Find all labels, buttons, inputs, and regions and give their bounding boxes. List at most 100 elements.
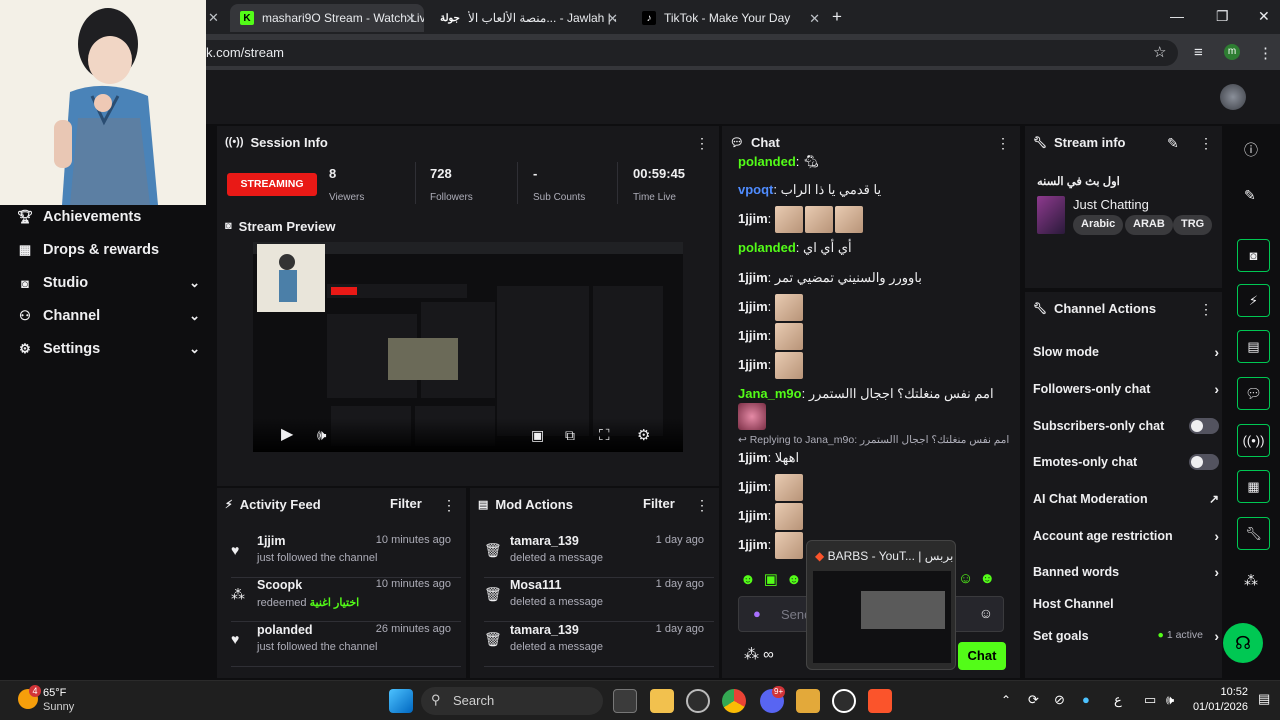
action-ai-moderation[interactable]: AI Chat Moderation ↗ [1033, 487, 1219, 511]
edit-icon[interactable]: ✎ [1244, 187, 1256, 204]
broadcast-quick-button[interactable]: ((•)) [1237, 424, 1270, 457]
action-followers-only[interactable]: Followers-only chat › [1033, 377, 1219, 401]
tag[interactable]: ARAB [1125, 215, 1173, 235]
profile-avatar[interactable]: m [1224, 44, 1240, 60]
url-field[interactable]: k.com/stream [180, 40, 1178, 66]
category-name[interactable]: Just Chatting [1073, 197, 1149, 212]
pip-icon[interactable]: ▣ [531, 427, 544, 444]
notes-icon[interactable] [796, 689, 820, 713]
windows-start-icon[interactable] [389, 689, 413, 713]
obs-icon[interactable] [686, 689, 710, 713]
mod-filter-button[interactable]: Filter [643, 496, 675, 511]
wrench-quick-button[interactable]: 🔧︎ [1237, 517, 1270, 550]
mod-user[interactable]: tamara_139 [510, 623, 579, 637]
taskbar-search[interactable]: ⚲ Search [421, 687, 603, 715]
more-options-icon[interactable]: ⋮ [996, 135, 1010, 152]
more-options-icon[interactable]: ⋮ [1199, 301, 1213, 318]
sidebar-item-studio[interactable]: ◙ Studio ⌄ [16, 271, 200, 295]
sidebar-item-drops[interactable]: ▦ Drops & rewards [16, 238, 200, 262]
points-icon[interactable]: ⁂ [1244, 572, 1258, 589]
network-off-icon[interactable]: ⊘ [1054, 692, 1065, 708]
chat-username[interactable]: 1jjim [738, 450, 768, 465]
weather-temp[interactable]: 65°F [43, 687, 66, 699]
chat-username[interactable]: polanded [738, 240, 796, 255]
quick-emote-bar[interactable]: ☻▣☻ [740, 570, 810, 588]
preview-video[interactable]: ▶ 🕪︎ ▣ ⧉ ⛶ ⚙ [253, 242, 683, 452]
play-icon[interactable]: ▶ [281, 424, 293, 444]
brave-icon[interactable] [868, 689, 892, 713]
file-explorer-icon[interactable] [650, 689, 674, 713]
chat-username[interactable]: 1jjim [738, 357, 768, 372]
chat-username[interactable]: 1jjim [738, 479, 768, 494]
volume-icon[interactable]: 🕪︎ [317, 427, 326, 444]
chat-username[interactable]: Jana_m9o [738, 386, 802, 401]
action-banned-words[interactable]: Banned words › [1033, 560, 1219, 584]
bookmark-star-icon[interactable]: ☆ [1153, 43, 1166, 61]
chat-quick-button[interactable]: 💬︎ [1237, 377, 1270, 410]
action-subscribers-only[interactable]: Subscribers-only chat [1033, 414, 1219, 438]
more-options-icon[interactable]: ⋮ [442, 497, 456, 514]
chat-username[interactable]: polanded [738, 154, 796, 169]
volume-icon[interactable]: 🕪︎ [1166, 692, 1174, 708]
mic-icon[interactable]: ● [753, 606, 761, 621]
fullscreen-icon[interactable]: ⛶ [599, 427, 610, 444]
emotes-only-toggle[interactable] [1189, 454, 1219, 470]
activity-user[interactable]: 1jjim [257, 534, 286, 548]
edit-icon[interactable]: ✎ [1167, 135, 1179, 152]
subscribers-only-toggle[interactable] [1189, 418, 1219, 434]
activity-user[interactable]: Scoopk [257, 578, 302, 592]
chat-username[interactable]: 1jjim [738, 508, 768, 523]
action-emotes-only[interactable]: Emotes-only chat [1033, 450, 1219, 474]
close-tab-icon[interactable]: ✕ [405, 11, 416, 27]
more-options-icon[interactable]: ⋮ [1199, 135, 1213, 152]
close-tab-icon[interactable]: ✕ [607, 11, 618, 27]
points-icon[interactable]: ⁂ ∞ [744, 645, 774, 663]
sync-icon[interactable]: ⟳ [1028, 692, 1039, 708]
restore-icon[interactable]: ❐ [1216, 8, 1229, 25]
chat-username[interactable]: 1jjim [738, 211, 768, 226]
tab-stream[interactable]: K mashari9O Stream - Watch Live ✕ [230, 4, 424, 32]
info-icon[interactable]: ⓘ [1244, 140, 1258, 160]
document-quick-button[interactable]: ▤ [1237, 330, 1270, 363]
display-icon[interactable]: ▭ [1144, 692, 1156, 708]
activity-filter-button[interactable]: Filter [390, 496, 422, 511]
clock-date[interactable]: 01/01/2026 [1186, 701, 1248, 713]
minimize-icon[interactable]: — [1170, 8, 1184, 24]
new-tab-button[interactable]: + [832, 7, 842, 27]
settings-icon[interactable]: ⚙ [637, 426, 650, 444]
action-host-channel[interactable]: Host Channel [1033, 592, 1219, 616]
task-view-icon[interactable] [613, 689, 637, 713]
theater-icon[interactable]: ⧉ [565, 427, 575, 444]
quick-emote-bar-right[interactable]: ☺☻ [958, 570, 1001, 587]
tab-tiktok[interactable]: ♪ TikTok - Make Your Day ✕ [632, 4, 828, 32]
clock-time[interactable]: 10:52 [1186, 686, 1248, 698]
close-tab-icon[interactable]: ✕ [208, 10, 219, 26]
tab-hover-popup[interactable]: ◆ BARBS - YouT... | بربس [806, 540, 956, 670]
sidebar-item-channel[interactable]: ⚇ Channel ⌄ [16, 304, 200, 328]
chat-username[interactable]: 1jjim [738, 270, 768, 285]
chat-username[interactable]: 1jjim [738, 299, 768, 314]
close-tab-icon[interactable]: ✕ [809, 11, 820, 27]
chat-username[interactable]: 1jjim [738, 328, 768, 343]
action-slow-mode[interactable]: Slow mode › [1033, 340, 1219, 364]
settings-app-icon[interactable] [832, 689, 856, 713]
close-window-icon[interactable]: ✕ [1258, 8, 1270, 25]
sidebar-item-settings[interactable]: ⚙ Settings ⌄ [16, 337, 200, 361]
more-options-icon[interactable]: ⋮ [695, 497, 709, 514]
sidebar-item-achievements[interactable]: 🏆︎ Achievements [16, 205, 200, 229]
mod-user[interactable]: tamara_139 [510, 534, 579, 548]
action-account-age[interactable]: Account age restriction › [1033, 524, 1219, 548]
lightning-quick-button[interactable]: ⚡︎ [1237, 284, 1270, 317]
action-set-goals[interactable]: Set goals ● 1 active › [1033, 624, 1219, 648]
activity-user[interactable]: polanded [257, 623, 313, 637]
layout-quick-button[interactable]: ▦ [1237, 470, 1270, 503]
mod-user[interactable]: Mosa111 [510, 578, 561, 592]
chat-username[interactable]: vpoqt [738, 182, 773, 197]
support-headset-button[interactable]: ☊ [1223, 623, 1263, 663]
more-options-icon[interactable]: ⋮ [695, 135, 709, 152]
chat-username[interactable]: 1jjim [738, 537, 768, 552]
more-menu-icon[interactable]: ⋮ [1258, 44, 1273, 62]
emoji-icon[interactable]: ☺ [979, 605, 993, 621]
chrome-icon[interactable] [722, 689, 746, 713]
tag[interactable]: Arabic [1073, 215, 1124, 235]
